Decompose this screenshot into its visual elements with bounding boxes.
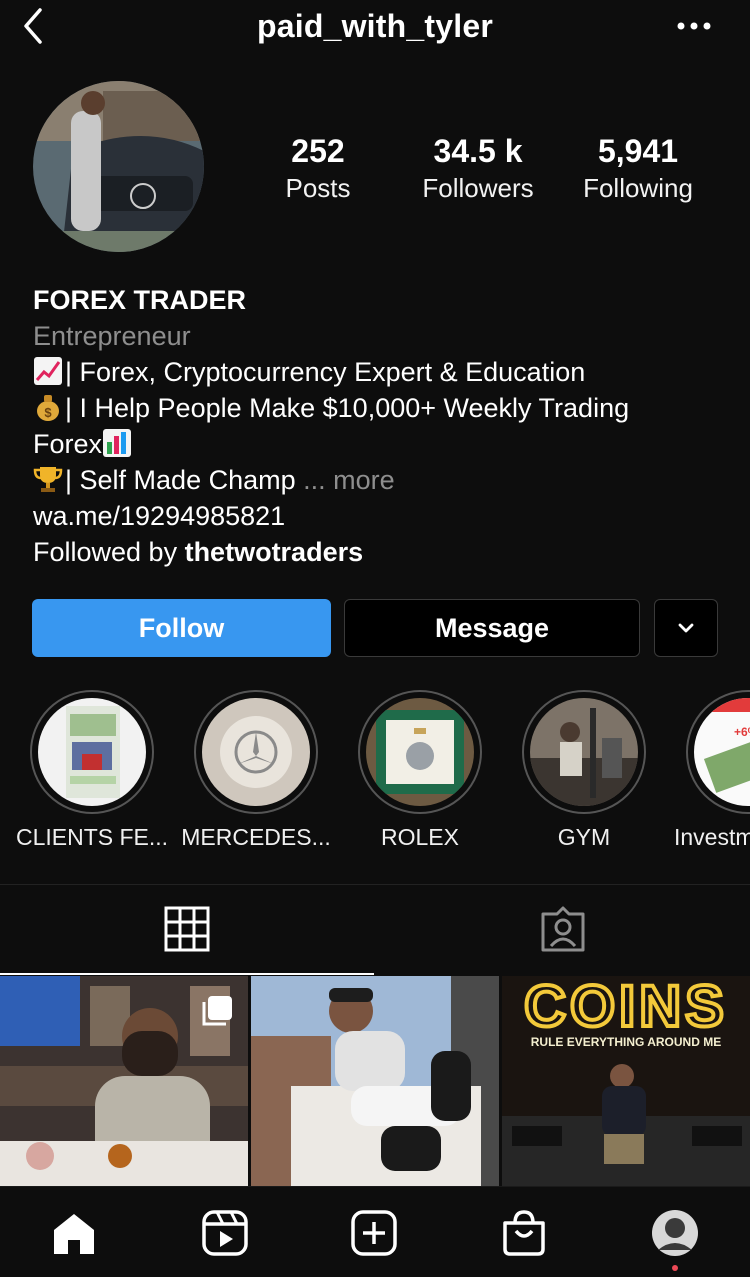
highlight-cover xyxy=(38,698,146,806)
followers-stat[interactable]: 34.5 k Followers xyxy=(393,132,563,206)
profile-avatar-icon xyxy=(652,1210,698,1256)
followed-by: Followed by thetwotraders xyxy=(33,534,733,570)
post-thumbnail[interactable] xyxy=(251,976,499,1186)
profile-bio: FOREX TRADER Entrepreneur | Forex, Crypt… xyxy=(33,282,733,570)
highlight-label: GYM xyxy=(557,824,611,850)
post-image xyxy=(251,976,499,1186)
shopping-bag-icon xyxy=(503,1210,545,1256)
profile-tabs xyxy=(0,884,750,975)
profile-category: Entrepreneur xyxy=(33,321,191,351)
posts-stat[interactable]: 252 Posts xyxy=(233,132,403,206)
tab-posts-grid[interactable] xyxy=(0,885,374,975)
reels-icon xyxy=(202,1210,248,1256)
profile-username: paid_with_tyler xyxy=(257,8,493,44)
following-count: 5,941 xyxy=(597,133,679,169)
highlight-label: CLIENTS FE... xyxy=(15,824,169,850)
post-neon-title: COINS xyxy=(524,976,728,1039)
highlight-ring xyxy=(358,690,482,814)
highlight-item[interactable]: CLIENTS FE... xyxy=(12,690,172,851)
highlight-cover xyxy=(366,698,474,806)
money-bag-icon: $ xyxy=(33,392,63,422)
posts-grid: COINS RULE EVERYTHING AROUND ME xyxy=(0,976,750,1186)
bio-line-3: | Self Made Champ ... more xyxy=(33,462,733,498)
bio-line-1: | Forex, Cryptocurrency Expert & Educati… xyxy=(33,354,733,390)
post-thumbnail[interactable]: COINS RULE EVERYTHING AROUND ME xyxy=(502,976,750,1186)
message-button[interactable]: Message xyxy=(344,599,640,657)
bio-line-2b-text: Forex xyxy=(33,429,103,459)
avatar-photo xyxy=(33,81,204,252)
nav-home[interactable] xyxy=(46,1205,102,1261)
highlight-label: MERCEDES... xyxy=(181,824,331,850)
nav-reels[interactable] xyxy=(197,1205,253,1261)
following-label: Following xyxy=(583,173,693,203)
followers-count: 34.5 k xyxy=(433,133,523,169)
followed-by-user[interactable]: thetwotraders xyxy=(185,537,364,567)
profile-stats: 252 Posts 34.5 k Followers 5,941 Followi… xyxy=(240,132,740,212)
highlight-ring xyxy=(194,690,318,814)
highlight-item[interactable]: GYM xyxy=(504,690,664,851)
chart-increasing-icon xyxy=(33,356,63,386)
post-image: COINS RULE EVERYTHING AROUND ME xyxy=(502,976,750,1186)
highlight-cover xyxy=(202,698,310,806)
activity-notification-dot xyxy=(672,1265,678,1271)
highlight-item[interactable]: ROLEX xyxy=(340,690,500,851)
highlight-item[interactable]: MERCEDES... xyxy=(176,690,336,851)
bio-line-1-text: | Forex, Cryptocurrency Expert & Educati… xyxy=(65,357,586,387)
trophy-icon xyxy=(33,464,63,494)
more-horizontal-icon xyxy=(677,22,711,30)
bio-line-2-text: | I Help People Make $10,000+ Weekly Tra… xyxy=(65,393,630,423)
highlight-cover: +6% xyxy=(694,698,750,806)
highlight-ring xyxy=(30,690,154,814)
nav-create[interactable] xyxy=(346,1205,402,1261)
story-highlights: CLIENTS FE... MERCEDES... ROLEX GYM +6 I… xyxy=(0,690,750,860)
highlight-ring: +6% xyxy=(686,690,750,814)
highlight-item[interactable]: +6% Investm xyxy=(668,690,750,851)
chevron-down-icon xyxy=(678,623,694,633)
highlight-label: ROLEX xyxy=(381,824,459,850)
suggested-accounts-button[interactable] xyxy=(654,599,718,657)
highlight-ring xyxy=(522,690,646,814)
profile-header: paid_with_tyler xyxy=(0,0,750,60)
multiple-photos-icon xyxy=(202,996,232,1026)
profile-display-name: FOREX TRADER xyxy=(33,285,247,315)
highlight-cover xyxy=(530,698,638,806)
bottom-navigation xyxy=(0,1186,750,1277)
followed-by-prefix: Followed by xyxy=(33,537,185,567)
bio-more-link[interactable]: ... more xyxy=(303,465,395,495)
bio-line-2: $ | I Help People Make $10,000+ Weekly T… xyxy=(33,390,733,426)
grid-icon xyxy=(164,906,210,952)
add-post-icon xyxy=(351,1210,397,1256)
post-thumbnail[interactable] xyxy=(0,976,248,1186)
following-stat[interactable]: 5,941 Following xyxy=(553,132,723,206)
tab-tagged[interactable] xyxy=(376,885,750,973)
profile-avatar[interactable] xyxy=(33,81,204,252)
highlight-label: Investm xyxy=(674,824,750,850)
bio-line-2-cont: Forex xyxy=(33,426,733,462)
posts-label: Posts xyxy=(285,173,351,203)
follow-button[interactable]: Follow xyxy=(32,599,331,657)
post-neon-subtitle: RULE EVERYTHING AROUND ME xyxy=(531,1035,721,1049)
highlight-badge: +6% xyxy=(734,725,750,739)
nav-profile[interactable] xyxy=(647,1205,703,1261)
svg-text:$: $ xyxy=(44,405,52,420)
followers-label: Followers xyxy=(422,173,534,203)
home-icon xyxy=(54,1214,94,1254)
more-options-button[interactable] xyxy=(676,16,712,36)
profile-screen: paid_with_tyler 252 Posts 34.5 k Followe… xyxy=(0,0,750,1277)
tagged-user-icon xyxy=(541,906,585,952)
bio-line-3-text: | Self Made Champ xyxy=(65,465,296,495)
posts-count: 252 xyxy=(291,133,345,169)
nav-shop[interactable] xyxy=(496,1205,552,1261)
bio-website-link[interactable]: wa.me/19294985821 xyxy=(33,498,733,534)
bar-chart-icon xyxy=(102,428,132,458)
